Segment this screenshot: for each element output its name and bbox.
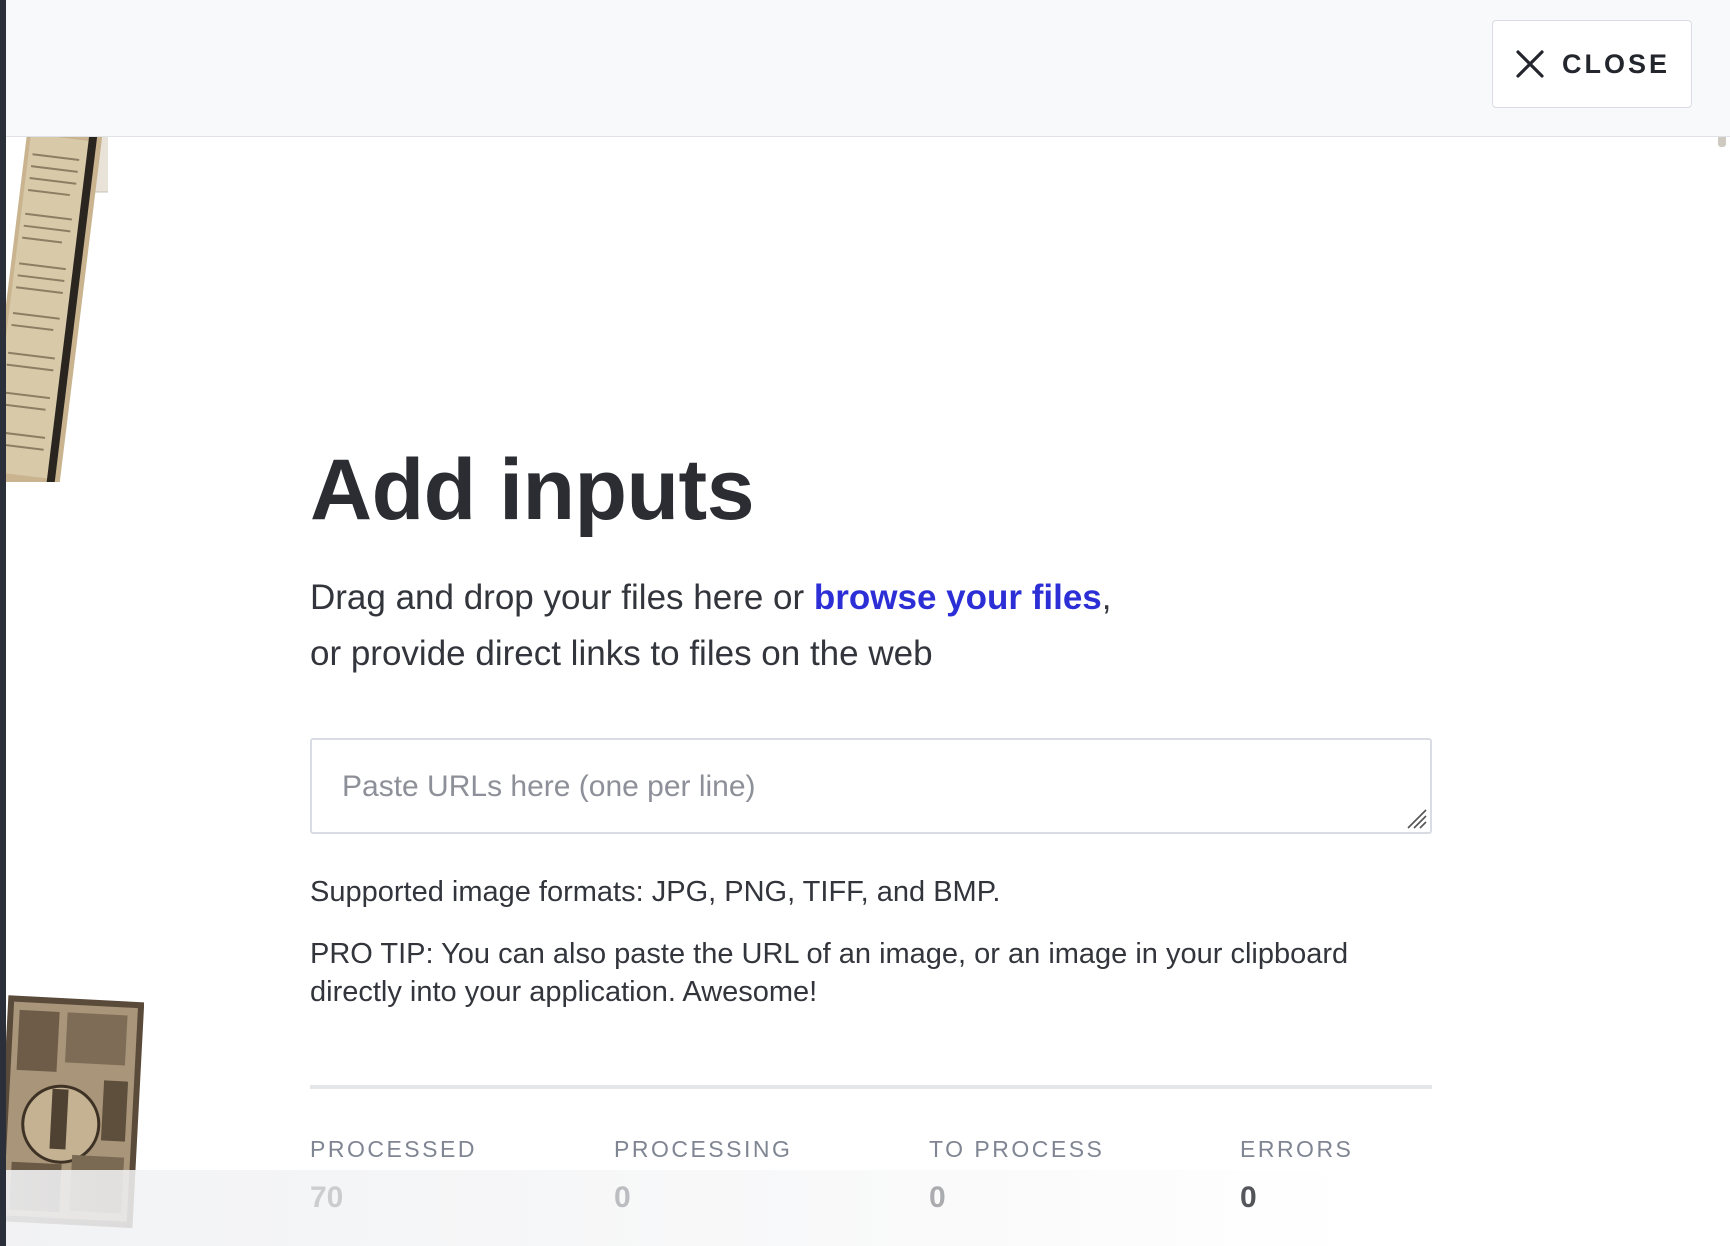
intro-prefix: Drag and drop your files here or (310, 578, 814, 617)
stat-errors: ERRORS 0 (1240, 1135, 1353, 1215)
intro-line-2: or provide direct links to files on the … (310, 634, 933, 673)
url-input-box (310, 738, 1432, 834)
modal-header: CLOSE (6, 0, 1730, 137)
intro-text: Drag and drop your files here or browse … (310, 570, 1432, 682)
pro-tip: PRO TIP: You can also paste the URL of a… (310, 938, 1349, 1008)
close-icon (1516, 50, 1544, 78)
stat-value: 0 (614, 1181, 631, 1214)
browse-files-link[interactable]: browse your files (814, 578, 1102, 617)
add-inputs-panel: Add inputs Drag and drop your files here… (310, 440, 1432, 1225)
decorative-collage-bottom (6, 995, 144, 1246)
stat-label: PROCESSING (614, 1136, 793, 1162)
url-input[interactable] (312, 740, 1430, 832)
close-label: CLOSE (1561, 48, 1670, 79)
page-title: Add inputs (310, 442, 755, 538)
stat-value: 70 (310, 1181, 344, 1214)
supported-formats-note: Supported image formats: JPG, PNG, TIFF,… (310, 876, 1001, 908)
stat-to-process: TO PROCESS 0 (929, 1135, 1104, 1215)
stat-label: TO PROCESS (929, 1136, 1105, 1162)
decorative-collage-top (6, 137, 108, 482)
stat-value: 0 (1240, 1181, 1257, 1214)
stat-value: 0 (929, 1181, 946, 1214)
stat-processed: PROCESSED 70 (310, 1135, 477, 1215)
stat-processing: PROCESSING 0 (614, 1135, 792, 1215)
close-button[interactable]: CLOSE (1492, 20, 1692, 108)
intro-comma: , (1101, 578, 1112, 617)
divider (310, 1085, 1432, 1089)
stat-label: PROCESSED (310, 1136, 477, 1162)
decorative-corner (1718, 137, 1726, 147)
stat-label: ERRORS (1240, 1136, 1354, 1162)
resize-handle-icon[interactable] (1402, 804, 1428, 830)
stats-row: PROCESSED 70 PROCESSING 0 TO PROCESS 0 E… (310, 1135, 1432, 1225)
